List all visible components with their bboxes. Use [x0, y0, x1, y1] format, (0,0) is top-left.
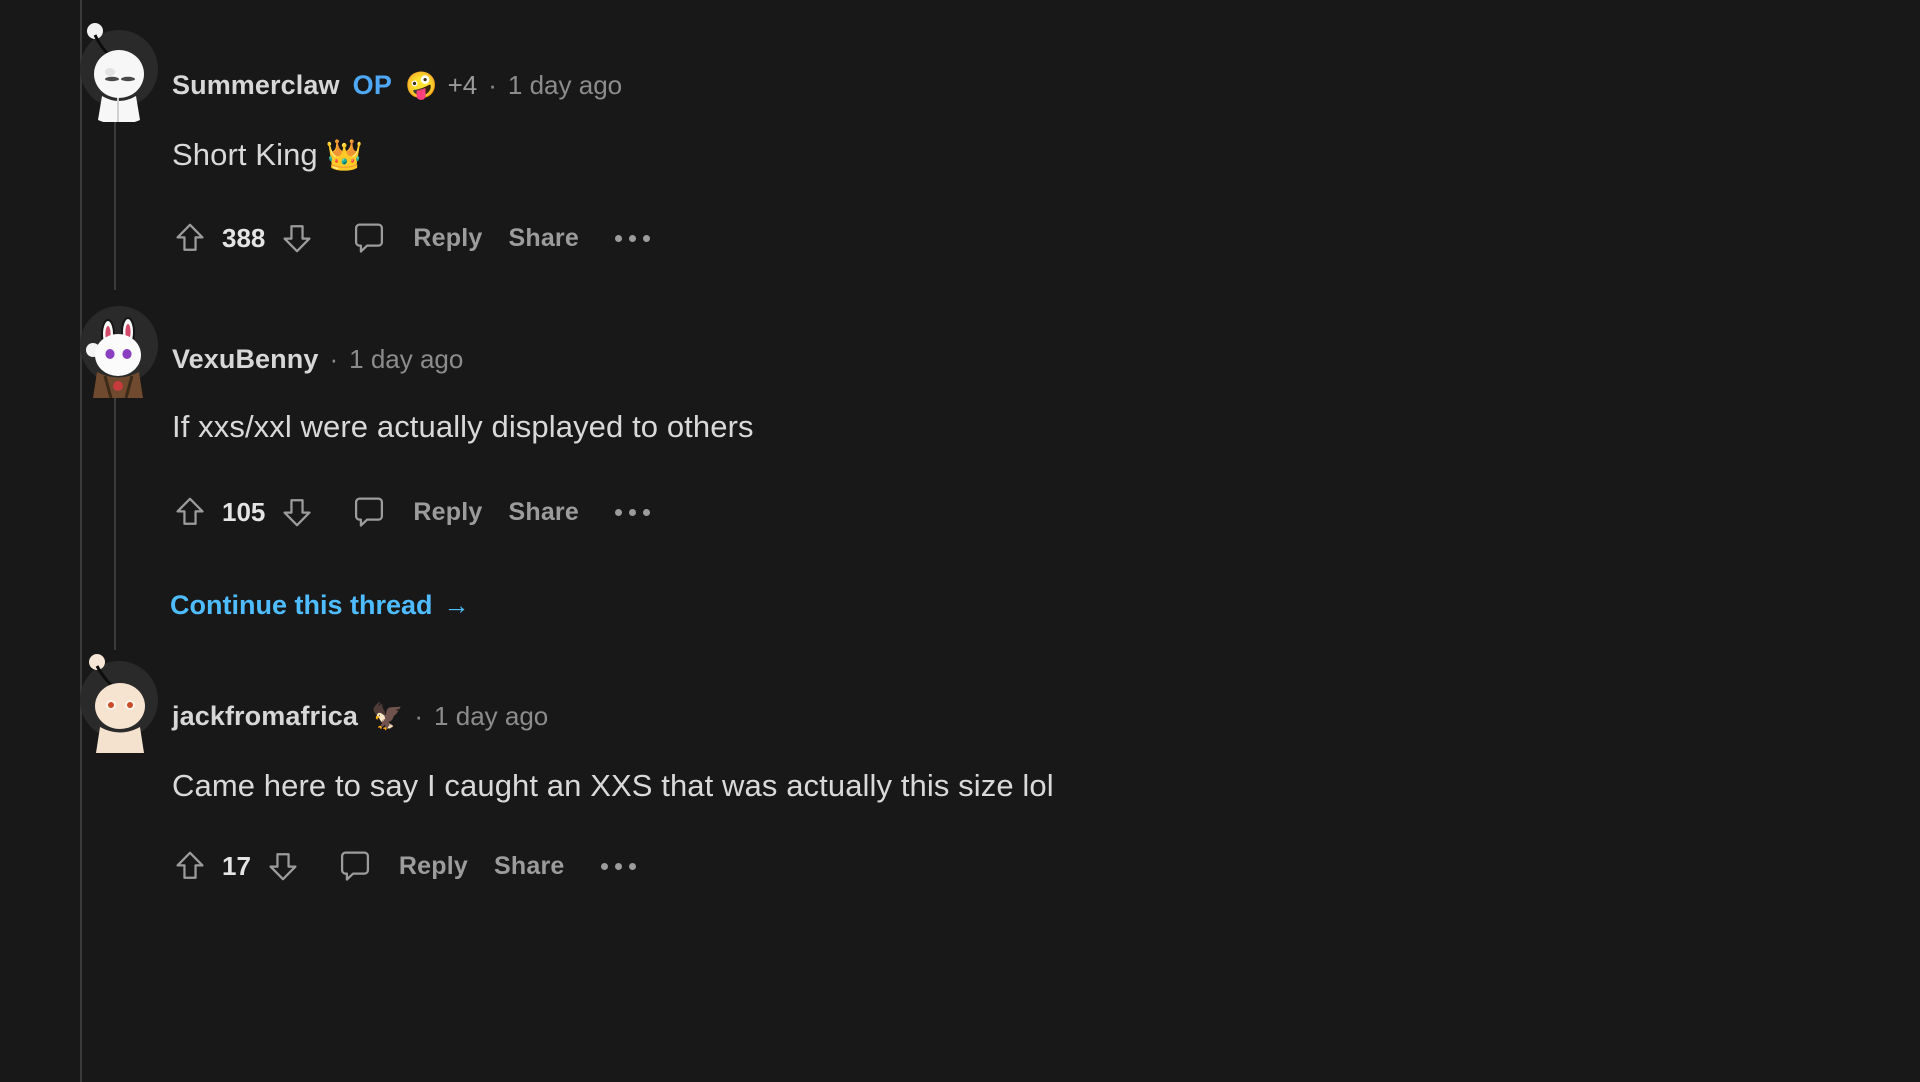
downvote-button[interactable]: [279, 220, 315, 256]
reply-button[interactable]: Reply: [413, 224, 482, 253]
more-options-button[interactable]: [600, 862, 636, 870]
reply-bubble-button[interactable]: [351, 220, 387, 256]
more-dot: [614, 508, 622, 516]
more-dot: [642, 508, 650, 516]
snoo-avatar-white-icon: [87, 23, 144, 122]
comment-thread-page: Summerclaw OP 🤪 +4 · 1 day ago Short Kin…: [0, 0, 1920, 1082]
more-dot: [642, 234, 650, 242]
comment-timestamp: 1 day ago: [507, 69, 623, 100]
comment-body-text: Came here to say I caught an XXS that wa…: [172, 768, 1054, 803]
snoo-avatar-bunny-icon: [86, 317, 143, 398]
more-dot: [614, 862, 622, 870]
comment-item: Summerclaw OP 🤪 +4 · 1 day ago Short Kin…: [0, 0, 1920, 290]
avatar[interactable]: [80, 22, 158, 122]
downvote-arrow-icon: [283, 225, 311, 253]
comment-author[interactable]: VexuBenny: [172, 344, 318, 375]
comment-body-text: If xxs/xxl were actually displayed to ot…: [172, 409, 754, 444]
upvote-arrow-icon: [176, 851, 204, 879]
comment-item: jackfromafrica 🦅 · 1 day ago Came here t…: [0, 645, 1920, 1082]
comment-item: VexuBenny · 1 day ago If xxs/xxl were ac…: [0, 290, 1920, 650]
comment-actions: 388 Reply Share: [172, 216, 650, 260]
comment-bubble-icon: [355, 497, 384, 527]
meta-separator: ·: [488, 69, 497, 100]
award-count[interactable]: +4: [448, 70, 478, 101]
reply-bubble-button[interactable]: [337, 848, 373, 884]
vote-score: 105: [222, 496, 266, 527]
downvote-arrow-icon: [283, 499, 311, 527]
share-button[interactable]: Share: [494, 852, 564, 881]
comment-author[interactable]: jackfromafrica: [172, 701, 358, 732]
downvote-button[interactable]: [265, 848, 301, 884]
vote-group: 17: [172, 848, 301, 884]
avatar[interactable]: [80, 298, 158, 398]
comment-body-text: Short King: [172, 137, 318, 172]
continue-thread-link[interactable]: Continue this thread →: [170, 590, 470, 621]
comment-actions: 17 Reply Share: [172, 844, 636, 888]
thread-collapse-line[interactable]: [114, 118, 116, 290]
award-badge-icon[interactable]: 🤪: [405, 72, 437, 98]
upvote-arrow-icon: [176, 497, 204, 525]
vote-group: 388: [172, 220, 315, 256]
more-dot: [600, 862, 608, 870]
comment-body: Came here to say I caught an XXS that wa…: [172, 768, 1054, 804]
avatar[interactable]: [80, 653, 158, 753]
more-dot: [614, 234, 622, 242]
comment-author[interactable]: Summerclaw: [172, 70, 340, 101]
more-dot: [628, 508, 636, 516]
comment-timestamp: 1 day ago: [349, 343, 464, 374]
upvote-button[interactable]: [172, 220, 208, 256]
more-options-button[interactable]: [614, 508, 650, 516]
comment-body: Short King 👑: [172, 137, 363, 173]
arrow-right-icon: →: [443, 590, 470, 620]
comment-bubble-icon: [340, 851, 369, 881]
comment-header: VexuBenny · 1 day ago: [172, 342, 463, 376]
share-button[interactable]: Share: [508, 498, 578, 527]
comment-header: jackfromafrica 🦅 · 1 day ago: [172, 699, 548, 733]
vote-score: 388: [222, 222, 266, 253]
vote-group: 105: [172, 494, 315, 530]
more-dot: [628, 234, 636, 242]
upvote-arrow-icon: [176, 223, 204, 251]
more-options-button[interactable]: [614, 234, 650, 242]
share-button[interactable]: Share: [508, 224, 578, 253]
meta-separator: ·: [329, 343, 339, 374]
upvote-button[interactable]: [172, 494, 208, 530]
reply-button[interactable]: Reply: [413, 498, 482, 527]
upvote-button[interactable]: [172, 848, 208, 884]
downvote-button[interactable]: [279, 494, 315, 530]
comment-bubble-icon: [355, 223, 384, 253]
downvote-arrow-icon: [269, 853, 297, 881]
comment-header: Summerclaw OP 🤪 +4 · 1 day ago: [172, 68, 622, 102]
reply-bubble-button[interactable]: [351, 494, 387, 530]
vote-score: 17: [222, 850, 251, 881]
snoo-avatar-cream-icon: [89, 654, 145, 753]
thread-collapse-line[interactable]: [114, 380, 116, 650]
comment-actions: 105 Reply Share: [172, 490, 650, 534]
meta-separator: ·: [414, 700, 424, 731]
continue-thread-label: Continue this thread: [170, 590, 433, 620]
op-badge: OP: [352, 69, 393, 100]
reply-button[interactable]: Reply: [399, 852, 468, 881]
more-dot: [628, 862, 636, 870]
award-badge-icon[interactable]: 🦅: [371, 703, 403, 729]
crown-emoji-icon: 👑: [325, 139, 364, 172]
comment-body: If xxs/xxl were actually displayed to ot…: [172, 409, 754, 445]
comment-timestamp: 1 day ago: [434, 700, 549, 731]
